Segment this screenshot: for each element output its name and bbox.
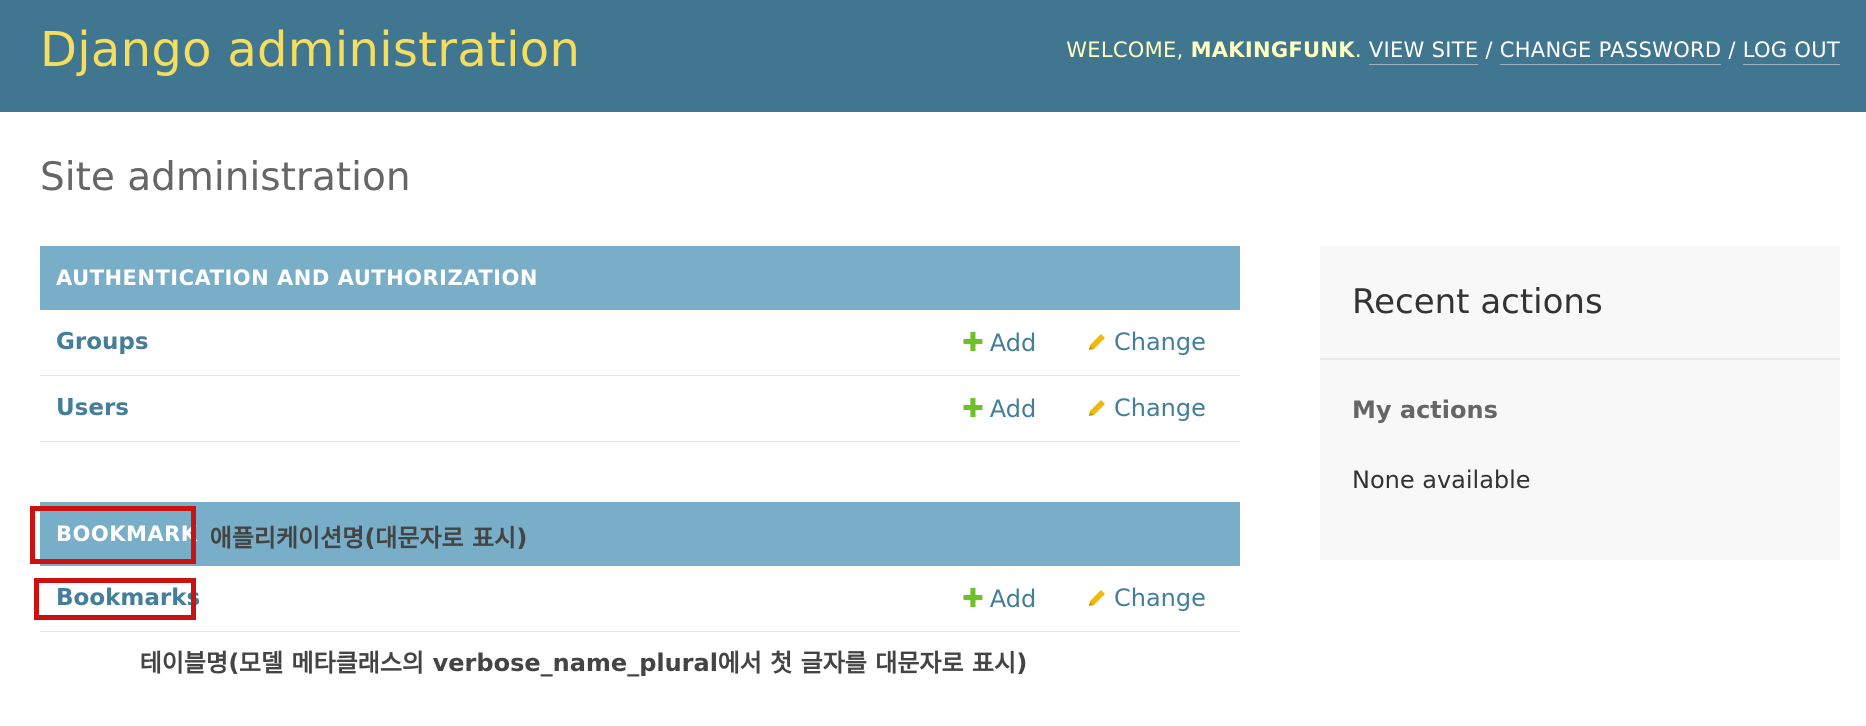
plus-icon: ✚ — [962, 394, 984, 424]
log-out-link[interactable]: LOG OUT — [1742, 38, 1840, 65]
view-site-link[interactable]: VIEW SITE — [1368, 38, 1479, 65]
app-name-annotation: 애플리케이션명(대문자로 표시) — [210, 524, 528, 552]
user-tools: WELCOME, MAKINGFUNK. VIEW SITE / CHANGE … — [1066, 38, 1840, 65]
user-tools-separator: / — [1478, 38, 1500, 62]
welcome-text: WELCOME, — [1066, 38, 1191, 62]
user-tools-separator: / — [1721, 38, 1743, 62]
model-link-groups[interactable]: Groups — [56, 329, 149, 355]
add-label: Add — [989, 395, 1037, 423]
username: MAKINGFUNK — [1190, 38, 1355, 62]
change-label: Change — [1114, 328, 1206, 356]
model-row-groups: Groups ✚ Add Change — [40, 310, 1240, 376]
recent-actions-divider — [1320, 358, 1840, 360]
pencil-icon — [1089, 334, 1105, 350]
model-row-bookmarks: Bookmarks ✚ Add Change — [40, 566, 1240, 632]
model-link-users[interactable]: Users — [56, 395, 129, 421]
add-users-button[interactable]: ✚ Add — [962, 394, 1036, 424]
add-bookmarks-button[interactable]: ✚ Add — [962, 584, 1036, 614]
welcome-suffix: . — [1354, 38, 1362, 62]
pencil-icon — [1089, 400, 1105, 416]
change-label: Change — [1114, 394, 1206, 422]
none-available-text: None available — [1352, 466, 1531, 494]
recent-actions-title: Recent actions — [1352, 282, 1603, 322]
module-caption-auth[interactable]: AUTHENTICATION AND AUTHORIZATION — [40, 246, 1240, 310]
change-label: Change — [1114, 584, 1206, 612]
plus-icon: ✚ — [962, 584, 984, 614]
change-groups-button[interactable]: Change — [1086, 328, 1206, 356]
plus-icon: ✚ — [962, 328, 984, 358]
page-title: Site administration — [40, 155, 411, 200]
table-name-annotation: 테이블명(모델 메타클래스의 verbose_name_plural에서 첫 글… — [140, 649, 1028, 677]
my-actions-heading: My actions — [1352, 396, 1498, 424]
app-name-highlight-box — [30, 506, 196, 564]
model-name-highlight-box — [34, 578, 196, 620]
add-label: Add — [989, 329, 1037, 357]
module-auth: AUTHENTICATION AND AUTHORIZATION Groups … — [40, 246, 1240, 442]
change-password-link[interactable]: CHANGE PASSWORD — [1499, 38, 1722, 65]
model-row-users: Users ✚ Add Change — [40, 376, 1240, 442]
header-bar: Django administration WELCOME, MAKINGFUN… — [0, 0, 1866, 112]
add-groups-button[interactable]: ✚ Add — [962, 328, 1036, 358]
add-label: Add — [989, 585, 1037, 613]
change-users-button[interactable]: Change — [1086, 394, 1206, 422]
pencil-icon — [1089, 590, 1105, 606]
change-bookmarks-button[interactable]: Change — [1086, 584, 1206, 612]
recent-actions-panel: Recent actions My actions None available — [1320, 246, 1840, 560]
site-branding[interactable]: Django administration — [40, 22, 580, 78]
